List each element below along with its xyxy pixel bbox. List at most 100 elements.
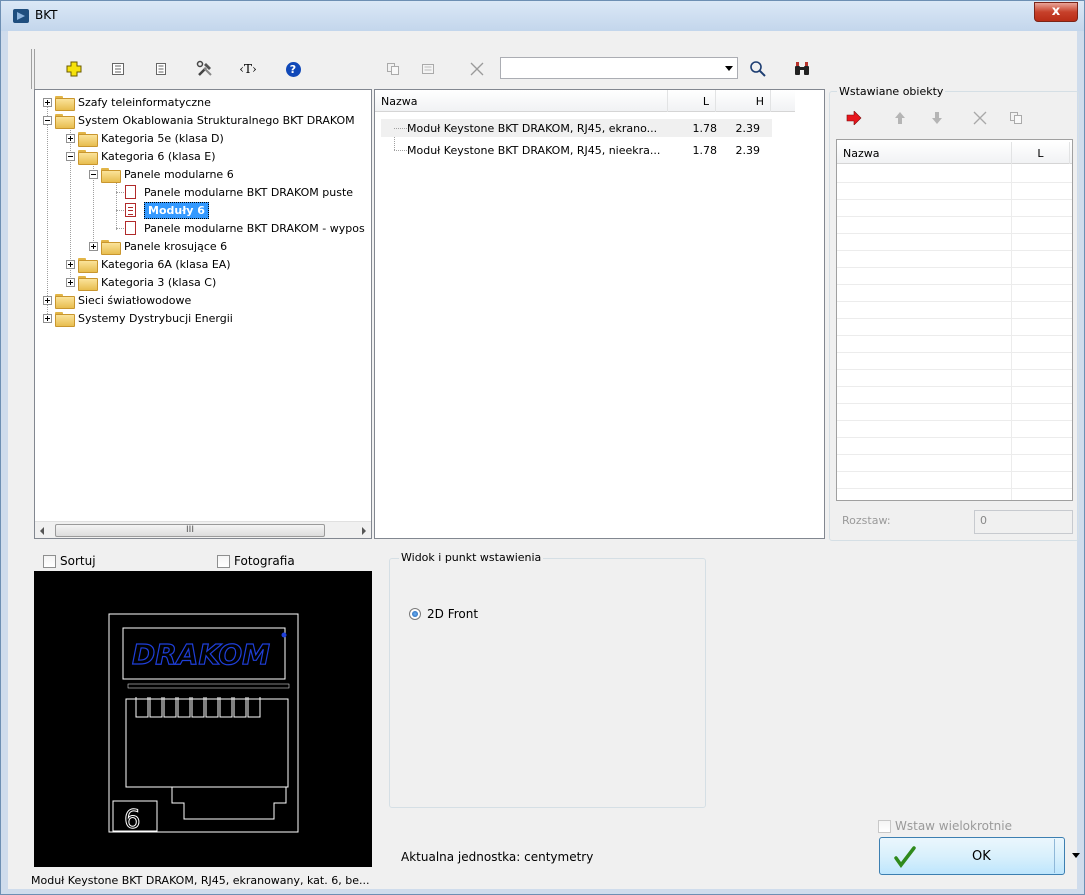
copy-icon[interactable] [382, 58, 404, 80]
tree-item-kategoria-6[interactable]: Kategoria 6 (klasa E) [66, 147, 216, 165]
multi-insert-checkbox[interactable]: Wstaw wielokrotnie [878, 819, 1012, 833]
expand-icon[interactable] [43, 295, 52, 305]
list-item-h: 2.39 [735, 121, 761, 135]
tree-item-system-okablowania[interactable]: System Okablowania Strukturalnego BKT DR… [43, 111, 355, 129]
remove-icon[interactable] [969, 107, 991, 129]
toolbar-grip[interactable] [31, 49, 35, 89]
tree-item-moduly-6[interactable]: Moduły 6 [121, 201, 209, 219]
spacing-label: Rozstaw: [842, 514, 891, 527]
folder-icon [101, 167, 121, 183]
tree-item-kategoria-3[interactable]: Kategoria 3 (klasa C) [66, 273, 216, 291]
tools-icon[interactable] [194, 58, 216, 80]
tree-item-kategoria-5e[interactable]: Kategoria 5e (klasa D) [66, 129, 224, 147]
tree-item-szafy[interactable]: Szafy teleinformatyczne [43, 93, 211, 111]
object-list[interactable]: Nazwa L H Moduł Keystone BKT DRAKOM, RJ4… [374, 89, 825, 539]
document-icon [125, 203, 136, 217]
tree-item-label: Kategoria 6 (klasa E) [101, 149, 216, 163]
expand-icon[interactable] [43, 97, 52, 107]
tree-item-label: Kategoria 5e (klasa D) [101, 131, 224, 145]
move-up-icon[interactable] [889, 107, 911, 129]
expand-icon[interactable] [89, 241, 98, 251]
properties-icon[interactable] [417, 58, 439, 80]
list-item-l: 1.78 [692, 121, 718, 135]
preview-caption: Moduł Keystone BKT DRAKOM, RJ45, ekranow… [31, 874, 370, 887]
expand-icon[interactable] [66, 277, 75, 287]
tree-item-sieci-swiatlowodowe[interactable]: Sieci światłowodowe [43, 291, 191, 309]
list-item-name: Moduł Keystone BKT DRAKOM, RJ45, ekrano.… [407, 121, 658, 135]
tree-item-label: Sieci światłowodowe [78, 293, 192, 307]
checkbox-box[interactable] [878, 819, 891, 833]
split-separator [1054, 839, 1055, 873]
delete-icon[interactable] [466, 58, 488, 80]
binoculars-icon[interactable] [791, 58, 813, 80]
folder-icon [55, 293, 75, 309]
tree-item-label: Szafy teleinformatyczne [78, 95, 211, 109]
details-icon[interactable] [150, 58, 172, 80]
title-bar[interactable]: BKT x [1, 1, 1084, 31]
folder-icon [55, 113, 75, 129]
column-header-h[interactable]: H [716, 90, 771, 112]
ok-button[interactable]: OK [879, 837, 1065, 875]
collapse-icon[interactable] [66, 151, 75, 161]
ok-dropdown-chevron-icon[interactable] [1072, 853, 1080, 858]
scroll-left-icon[interactable] [40, 527, 44, 535]
tree-item-panele-krosujace-6[interactable]: Panele krosujące 6 [89, 237, 227, 255]
tree-horizontal-scrollbar[interactable]: III [35, 521, 371, 538]
search-icon[interactable] [747, 58, 769, 80]
scroll-thumb[interactable]: III [55, 524, 325, 537]
column-header-l[interactable]: L [668, 90, 716, 112]
list-item-name: Moduł Keystone BKT DRAKOM, RJ45, nieekra… [407, 143, 661, 157]
tree-item-kategoria-6a[interactable]: Kategoria 6A (klasa EA) [66, 255, 231, 273]
expand-icon[interactable] [66, 259, 75, 269]
current-unit: Aktualna jednostka: centymetry [401, 850, 594, 864]
folder-icon [78, 275, 98, 291]
list-view-icon[interactable] [107, 58, 129, 80]
spacing-field[interactable]: 0 [974, 510, 1073, 534]
copy-inserted-icon[interactable] [1005, 107, 1027, 129]
column-header-name[interactable]: Nazwa [837, 142, 1012, 164]
photo-checkbox[interactable]: Fotografia [217, 554, 295, 568]
inserted-list-header: Nazwa L [837, 142, 1072, 164]
checkbox-box[interactable] [43, 554, 56, 568]
list-item[interactable]: Moduł Keystone BKT DRAKOM, RJ45, ekrano.… [381, 119, 772, 137]
multi-insert-label: Wstaw wielokrotnie [895, 819, 1012, 833]
expand-icon[interactable] [66, 133, 75, 143]
symbol-preview: DRAKOM 6 [34, 571, 372, 867]
sort-checkbox[interactable]: Sortuj [43, 554, 96, 568]
checkbox-box[interactable] [217, 554, 230, 568]
radio-dot[interactable] [409, 608, 421, 620]
tree-item-label: Panele krosujące 6 [124, 239, 228, 253]
tree-item-label-selected: Moduły 6 [144, 201, 209, 219]
view-insertion-title: Widok i punkt wstawienia [399, 551, 544, 564]
tree-item-label: Kategoria 3 (klasa C) [101, 275, 217, 289]
category-digit: 6 [124, 805, 141, 835]
close-button[interactable]: x [1034, 2, 1078, 22]
document-icon [125, 221, 136, 235]
tree-item-panele-wypos[interactable]: Panele modularne BKT DRAKOM - wypos [121, 219, 365, 237]
collapse-icon[interactable] [89, 169, 98, 179]
add-icon[interactable] [63, 58, 85, 80]
category-tree[interactable]: Szafy teleinformatyczne System Okablowan… [34, 89, 372, 539]
folder-icon [78, 257, 98, 273]
tree-item-panele-puste[interactable]: Panele modularne BKT DRAKOM puste [121, 183, 353, 201]
window-title: BKT [35, 8, 58, 22]
help-icon[interactable]: ? [282, 58, 304, 80]
column-header-l[interactable]: L [1012, 142, 1070, 164]
column-header-name[interactable]: Nazwa [375, 90, 668, 112]
tree-item-panele-modularne-6[interactable]: Panele modularne 6 [89, 165, 234, 183]
move-down-icon[interactable] [926, 107, 948, 129]
text-tag-icon[interactable]: ‹T› [237, 58, 259, 80]
radio-2d-front-label: 2D Front [427, 607, 479, 621]
chevron-down-icon[interactable] [725, 66, 733, 71]
insert-arrow-icon[interactable] [843, 107, 865, 129]
inserted-objects-list[interactable]: Nazwa L [836, 139, 1073, 501]
help-glyph: ? [285, 61, 301, 77]
tree-item-label: Systemy Dystrybucji Energii [78, 311, 233, 325]
expand-icon[interactable] [43, 313, 52, 323]
collapse-icon[interactable] [43, 115, 52, 125]
scroll-right-icon[interactable] [362, 527, 366, 535]
list-item[interactable]: Moduł Keystone BKT DRAKOM, RJ45, nieekra… [381, 141, 772, 159]
search-combo[interactable] [500, 57, 738, 79]
radio-2d-front[interactable]: 2D Front [409, 607, 478, 621]
tree-item-systemy-dystrybucji[interactable]: Systemy Dystrybucji Energii [43, 309, 233, 327]
